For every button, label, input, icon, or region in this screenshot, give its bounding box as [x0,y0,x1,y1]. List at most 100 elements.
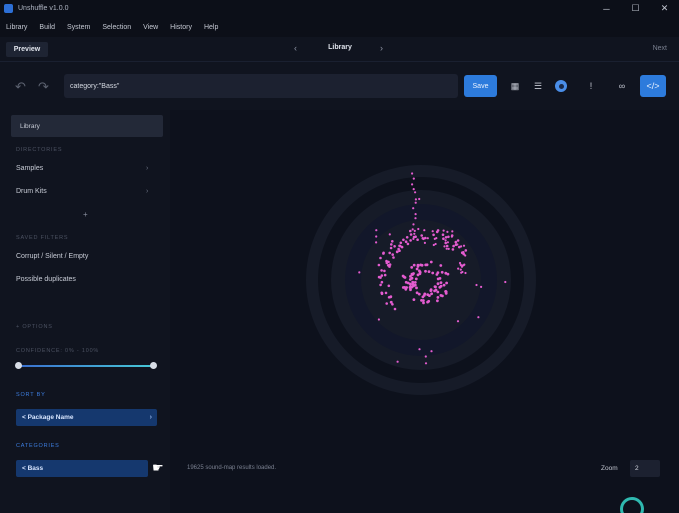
sound-point[interactable] [399,241,403,245]
sound-point[interactable] [406,242,410,246]
map-view-icon[interactable] [551,75,571,97]
sound-point[interactable] [412,223,415,226]
sound-point[interactable] [413,229,416,232]
menu-system[interactable]: System [67,24,90,31]
sound-point[interactable] [444,236,448,239]
sound-point[interactable] [416,273,420,277]
sound-point[interactable] [450,235,453,238]
sound-point[interactable] [452,244,455,248]
link-icon[interactable]: ∞ [612,75,632,97]
sound-point[interactable] [410,272,414,276]
save-button[interactable]: Save [464,75,497,97]
tab-preview[interactable]: Preview [6,42,48,57]
next-tab-arrow-icon[interactable]: › [380,43,383,53]
sound-point[interactable] [422,299,425,302]
sound-point[interactable] [427,299,431,303]
sound-point[interactable] [380,274,384,277]
sound-point[interactable] [436,229,440,232]
sidebar-item-drum-kits[interactable]: Drum Kits [16,188,47,195]
sound-point[interactable] [442,283,446,287]
minimize-button[interactable]: ─ [592,0,621,17]
prev-tab-arrow-icon[interactable]: ‹ [294,43,297,53]
zoom-input[interactable]: 2 [630,460,660,477]
sound-point[interactable] [415,267,419,271]
sound-point[interactable] [384,291,388,295]
sound-point[interactable] [443,245,446,248]
sound-point[interactable] [430,292,433,296]
sound-point[interactable] [386,264,390,267]
chevron-right-icon[interactable]: › [146,165,148,172]
sound-point[interactable] [390,300,393,304]
sound-point[interactable] [404,240,408,243]
sound-point[interactable] [379,283,382,287]
sound-point[interactable] [385,261,389,265]
sound-point[interactable] [420,234,423,237]
sound-point[interactable] [404,280,408,284]
sound-point[interactable] [413,281,417,284]
sound-point[interactable] [446,230,449,233]
sound-point[interactable] [433,289,436,293]
sound-point[interactable] [408,282,412,286]
sound-point[interactable] [405,236,409,239]
sound-point[interactable] [408,278,412,281]
menu-history[interactable]: History [170,24,192,31]
sound-point[interactable] [412,237,415,240]
menu-help[interactable]: Help [204,24,218,31]
redo-icon[interactable]: ↷ [38,79,49,95]
category-dropdown[interactable]: < Bass [16,460,148,477]
sound-point[interactable] [410,285,414,289]
sound-point[interactable] [393,307,397,311]
sound-point[interactable] [436,299,439,303]
menu-build[interactable]: Build [39,24,55,31]
sound-point[interactable] [444,239,447,242]
sound-point[interactable] [444,271,448,275]
sound-point[interactable] [358,271,361,274]
sound-point[interactable] [422,294,426,297]
sound-point[interactable] [412,207,415,210]
sound-point[interactable] [388,233,391,236]
menu-library[interactable]: Library [6,24,27,31]
sound-point[interactable] [442,229,445,232]
code-icon[interactable]: </> [640,75,666,97]
sound-point[interactable] [447,247,450,250]
sound-point[interactable] [405,286,408,289]
sound-point[interactable] [459,268,462,271]
sound-point[interactable] [375,241,378,244]
options-header[interactable]: + OPTIONS [16,324,53,330]
tab-next[interactable]: Next [653,45,667,52]
sound-point[interactable] [422,237,425,241]
sound-point[interactable] [422,301,425,305]
sound-point[interactable] [393,245,396,248]
sound-point[interactable] [380,269,383,272]
sound-point[interactable] [409,239,412,242]
sound-point[interactable] [480,285,483,288]
sound-point[interactable] [391,240,394,243]
sound-point[interactable] [411,172,414,175]
filter-possible-duplicates[interactable]: Possible duplicates [16,276,76,283]
grid-view-icon[interactable]: ▦ [505,75,525,97]
sound-point[interactable] [432,233,435,237]
sound-point[interactable] [385,302,388,305]
sound-point[interactable] [445,244,449,248]
sound-point[interactable] [430,350,433,353]
search-input[interactable] [70,82,458,90]
sidebar-item-library[interactable]: Library [11,115,163,137]
sound-point[interactable] [424,362,428,365]
sound-point[interactable] [398,244,401,248]
sound-point[interactable] [414,213,417,216]
confidence-min-handle[interactable] [15,362,22,369]
sound-point[interactable] [395,250,399,253]
sound-point[interactable] [424,355,427,358]
sound-point[interactable] [442,237,445,240]
sound-point[interactable] [383,273,387,277]
sound-point[interactable] [413,283,417,287]
menu-view[interactable]: View [143,24,158,31]
sound-point[interactable] [457,267,460,270]
sound-point[interactable] [441,233,445,236]
sound-point[interactable] [398,249,401,252]
sound-point[interactable] [401,274,405,278]
sound-point[interactable] [377,263,381,267]
sound-point[interactable] [412,177,415,180]
sound-point[interactable] [464,271,467,275]
sound-point[interactable] [411,183,414,186]
